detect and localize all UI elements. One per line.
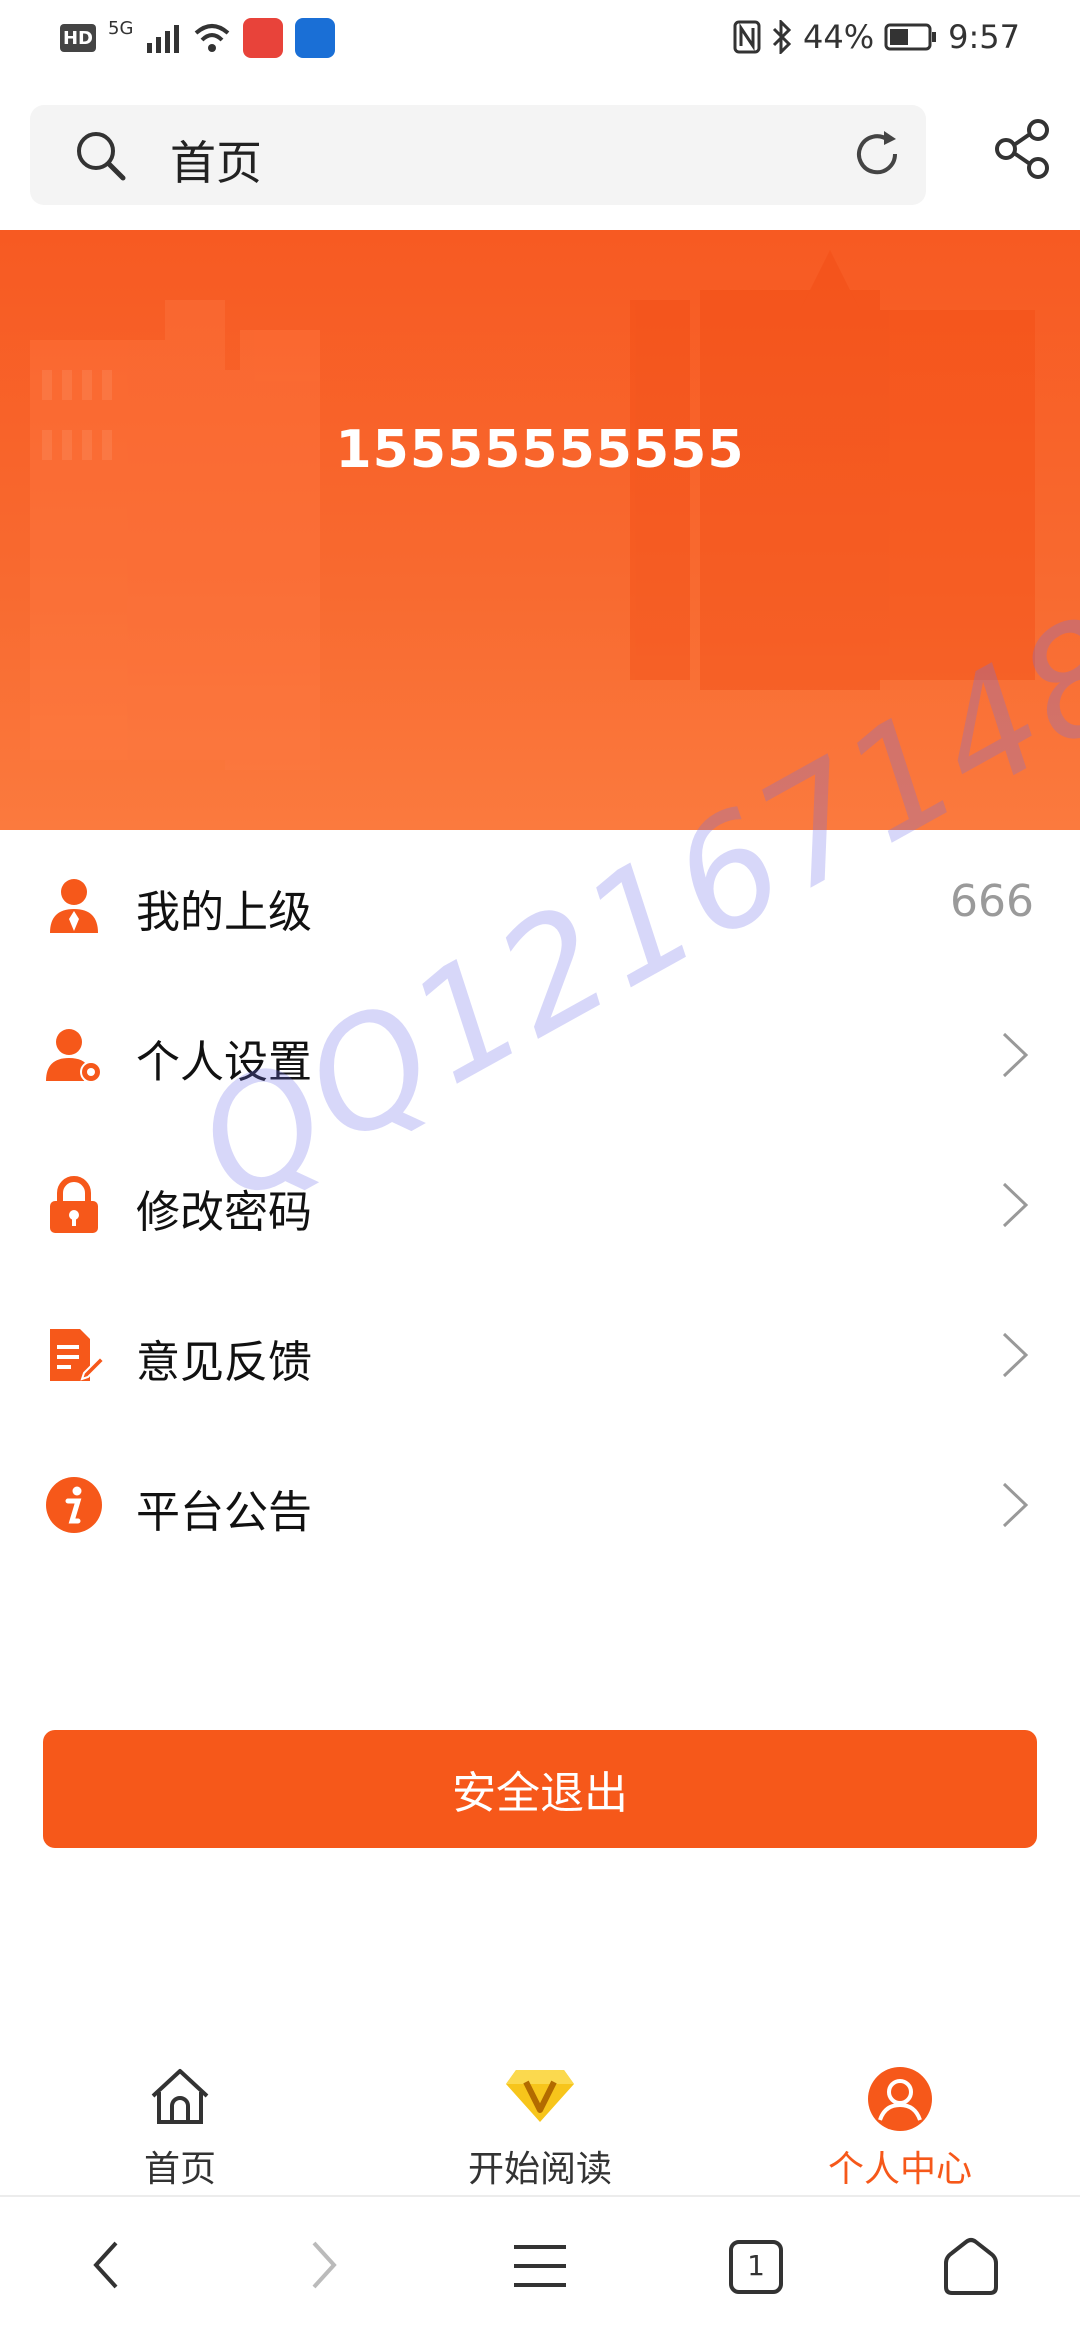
tab-home[interactable]: 首页 <box>0 2060 360 2192</box>
tab-start-reading[interactable]: 开始阅读 <box>360 2060 720 2192</box>
diamond-v-icon <box>504 2066 576 2130</box>
forward-icon[interactable] <box>310 2237 338 2297</box>
battery-percent: 44% <box>803 18 875 56</box>
chevron-right-icon <box>1000 1330 1030 1384</box>
network-label: 5G <box>108 17 134 39</box>
bluetooth-icon <box>772 20 792 54</box>
wifi-icon <box>195 24 230 52</box>
logout-button[interactable]: 安全退出 <box>43 1730 1037 1848</box>
tab-label: 开始阅读 <box>467 2149 612 2190</box>
feedback-edit-icon <box>44 1325 106 1385</box>
battery-icon <box>884 23 937 51</box>
menu-item-label: 平台公告 <box>136 1487 312 1538</box>
user-circle-icon <box>867 2066 933 2136</box>
bottom-tab-bar: 首页 开始阅读 个人中心 <box>0 2060 1080 2192</box>
back-icon[interactable] <box>92 2237 120 2297</box>
tab-personal-center[interactable]: 个人中心 <box>720 2060 1080 2192</box>
refresh-icon[interactable] <box>848 125 906 187</box>
tab-label: 首页 <box>143 2149 216 2190</box>
info-icon <box>44 1475 104 1535</box>
menu-item-change-password[interactable]: 修改密码 <box>0 1130 1080 1280</box>
person-tie-icon <box>44 875 104 935</box>
page-title: 首页 <box>170 136 262 190</box>
chevron-right-icon <box>1000 1180 1030 1234</box>
hd-badge: HD <box>60 24 96 52</box>
share-icon[interactable] <box>994 118 1050 184</box>
notification-robot-icon <box>295 18 336 58</box>
tabs-switcher-button[interactable]: 1 <box>728 2239 784 2299</box>
status-bar: HD 5G 44% 9:57 <box>0 0 1080 80</box>
browser-nav-bar: 1 <box>0 2197 1080 2340</box>
search-icon[interactable] <box>74 129 128 187</box>
home-button-icon[interactable] <box>940 2237 1002 2301</box>
chevron-right-icon <box>1000 1480 1030 1534</box>
menu-item-label: 我的上级 <box>136 887 312 938</box>
tab-count: 1 <box>747 2249 765 2282</box>
clock: 9:57 <box>948 18 1020 56</box>
user-phone: 15555555555 <box>335 420 745 480</box>
lock-icon <box>44 1175 104 1235</box>
home-icon <box>147 2066 213 2132</box>
menu-item-announcement[interactable]: 平台公告 <box>0 1430 1080 1580</box>
address-bar[interactable]: 首页 <box>30 105 926 205</box>
notification-app-icon <box>243 18 284 58</box>
signal-icon <box>147 25 180 53</box>
superior-value: 666 <box>950 876 1034 927</box>
menu-icon[interactable] <box>512 2243 568 2293</box>
chevron-right-icon <box>1000 1030 1030 1084</box>
nfc-icon <box>733 20 761 54</box>
menu-item-feedback[interactable]: 意见反馈 <box>0 1280 1080 1430</box>
tab-label: 个人中心 <box>827 2149 972 2190</box>
user-settings-icon <box>44 1025 104 1085</box>
menu-item-label: 意见反馈 <box>136 1337 312 1388</box>
